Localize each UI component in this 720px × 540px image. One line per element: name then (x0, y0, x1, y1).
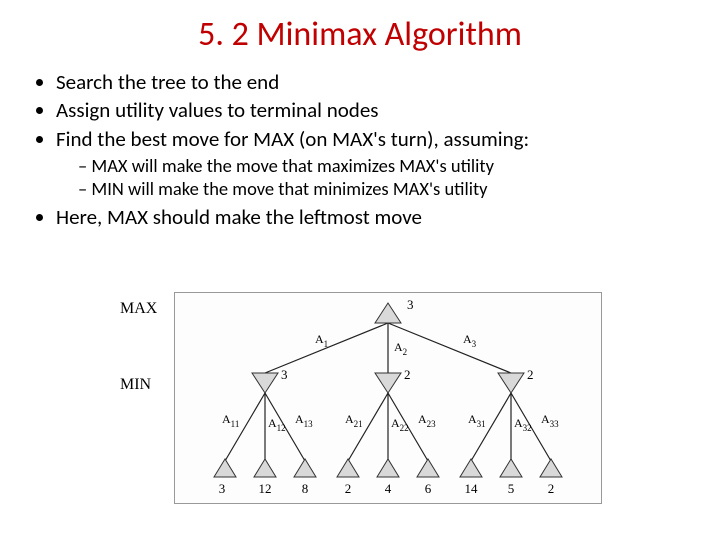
bullet-item: Here, MAX should make the leftmost move (56, 204, 686, 230)
bullet-item: Find the best move for MAX (on MAX's tur… (56, 126, 686, 201)
leaf-value: 8 (302, 481, 309, 496)
leaf-value: 2 (548, 481, 555, 496)
svg-text:A12: A12 (268, 416, 286, 433)
leaf-node-icon (417, 459, 439, 477)
leaf-node-icon (540, 459, 562, 477)
leaf-node-icon (214, 459, 236, 477)
min-value: 3 (281, 367, 288, 382)
svg-text:A11: A11 (222, 412, 239, 429)
leaf-value: 5 (508, 481, 515, 496)
svg-text:A21: A21 (345, 412, 363, 429)
leaf-node-icon (254, 459, 276, 477)
svg-text:A2: A2 (394, 340, 407, 357)
bullet-item: Search the tree to the end (56, 69, 686, 95)
label-min: MIN (120, 376, 151, 394)
slide: 5. 2 Minimax Algorithm Search the tree t… (0, 0, 720, 540)
min-value: 2 (404, 367, 411, 382)
leaf-value: 6 (425, 481, 432, 496)
sub-bullet-item: MAX will make the move that maximizes MA… (78, 154, 686, 177)
svg-text:A1: A1 (315, 332, 328, 349)
svg-text:A32: A32 (514, 416, 532, 433)
leaf-node-icon (294, 459, 316, 477)
sub-bullet-list: MAX will make the move that maximizes MA… (56, 154, 686, 200)
sub-bullet-item: MIN will make the move that minimizes MA… (78, 177, 686, 200)
label-max: MAX (120, 300, 157, 318)
svg-text:A23: A23 (418, 412, 436, 429)
figure-box: 3 A1 A2 A3 3 2 2 A11 (174, 292, 602, 504)
bullet-text: Find the best move for MAX (on MAX's tur… (56, 126, 529, 152)
svg-text:A22: A22 (391, 416, 409, 433)
svg-text:A13: A13 (295, 412, 313, 429)
minimax-figure: MAX MIN (120, 292, 600, 502)
bullet-list: Search the tree to the end Assign utilit… (34, 69, 686, 230)
leaf-value: 2 (345, 481, 352, 496)
svg-text:A33: A33 (541, 412, 559, 429)
min-node-icon (375, 373, 401, 393)
leaf-node-icon (337, 459, 359, 477)
action-label: A (463, 332, 472, 346)
svg-text:A31: A31 (468, 412, 486, 429)
leaf-node-icon (500, 459, 522, 477)
min-node-icon (498, 373, 524, 393)
leaf-value: 4 (385, 481, 392, 496)
min-value: 2 (527, 367, 534, 382)
svg-text:A3: A3 (463, 332, 477, 349)
leaf-value: 14 (465, 481, 479, 496)
page-title: 5. 2 Minimax Algorithm (34, 14, 686, 55)
action-label: A (315, 332, 324, 346)
bullet-item: Assign utility values to terminal nodes (56, 97, 686, 123)
min-node-icon (252, 373, 278, 393)
leaf-value: 12 (259, 481, 272, 496)
leaf-node-icon (377, 459, 399, 477)
minimax-tree: 3 A1 A2 A3 3 2 2 A11 (175, 293, 601, 503)
root-value: 3 (407, 297, 414, 312)
root-node-icon (375, 303, 401, 323)
leaf-node-icon (460, 459, 482, 477)
action-label: A (394, 340, 403, 354)
leaf-value: 3 (219, 481, 226, 496)
